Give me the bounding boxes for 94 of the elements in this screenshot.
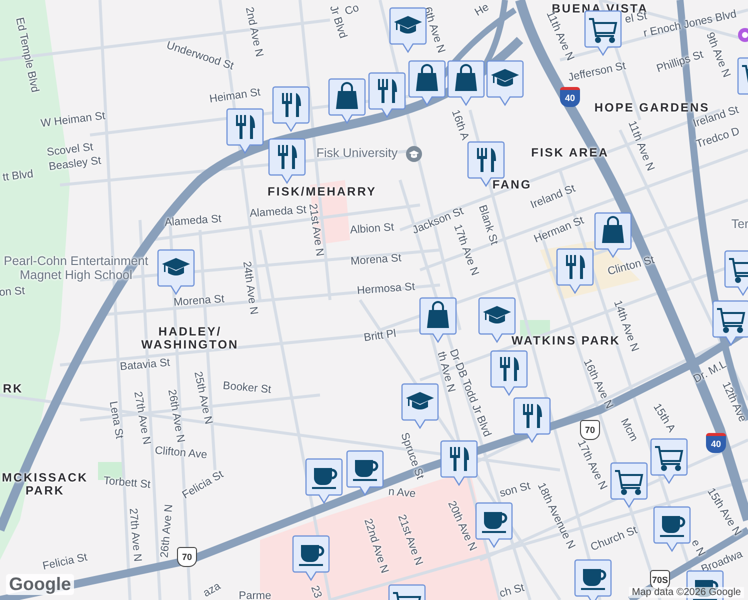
neighborhood-label: RK [2,382,24,396]
fork-knife-pin-icon[interactable] [556,248,594,294]
fork-knife-pin-icon[interactable] [513,397,551,443]
street-label: Beasley St [48,154,102,174]
shopping-cart-pin-icon[interactable] [650,438,688,484]
street-label: 12th Ave [720,380,748,424]
street-label: W Heiman St [40,110,106,130]
street-label: son St [498,480,532,500]
street-label: 9th Ave N [704,30,732,80]
shopping-bag-pin-icon[interactable] [328,78,366,124]
shopping-bag-pin-icon[interactable] [419,297,457,343]
neighborhood-label: FISK AREA [531,146,609,160]
highway-shield: 70 [580,420,600,440]
street-label: Heiman St [208,86,262,106]
coffee-cup-pin-icon[interactable] [305,458,343,504]
street-label: ch St [498,582,526,600]
street-label: Co [343,2,361,18]
fork-knife-pin-icon[interactable] [226,108,264,154]
street-label: 27th Ave N [126,508,144,562]
street-label: Felicia St [42,551,88,573]
graduation-cap-pin-icon[interactable] [157,249,195,295]
coffee-cup-pin-icon[interactable] [574,559,612,600]
street-label: 27th Ave N [131,390,153,446]
coffee-cup-pin-icon[interactable] [653,506,691,552]
neighborhood-label: WATKINS PARK [512,334,620,348]
shopping-cart-pin-icon[interactable] [712,300,748,346]
street-label: Hermosa St [356,280,416,298]
fork-knife-pin-icon[interactable] [490,350,528,396]
street-label: 26th Ave N [165,388,187,444]
street-label: tt Blvd [2,168,34,184]
street-label: 23 [308,584,324,600]
street-label: Phillips St [655,48,705,76]
fork-knife-pin-icon[interactable] [440,440,478,486]
street-label: Torbett St [103,474,151,492]
neighborhood-label: HOPE GARDENS [594,101,710,114]
street-label: 11th Ave N [626,119,656,173]
street-label: Booker St [222,380,272,396]
street-label: Mcm [618,416,640,444]
street-label: 21st Ave N [306,202,326,258]
interstate-shield: 40 [560,87,580,107]
street-label: Albion St [350,221,394,237]
street-label: Alameda St [249,204,307,220]
graduation-cap-pin-icon[interactable] [486,60,524,106]
street-label: He [472,1,492,19]
place-label: Fisk University [316,147,398,161]
street-label: Clinton St [606,254,656,278]
street-label: Britt Pl [363,328,397,344]
coffee-cup-pin-icon[interactable] [475,502,513,548]
street-label: Parme [238,590,272,600]
street-label: 17th Ave N [574,438,610,492]
graduation-cap-pin-icon[interactable] [389,7,427,53]
street-label: 20th Ave N [445,499,479,553]
street-label: Spruce St [398,431,426,481]
shopping-bag-pin-icon[interactable] [447,60,485,106]
street-label: Alameda St [164,212,222,230]
coffee-cup-pin-icon[interactable] [346,450,384,496]
shopping-cart-pin-icon[interactable] [610,462,648,508]
google-logo: Google [6,574,74,595]
street-label: Morena St [173,293,225,309]
neighborhood-label: HADLEY/ [158,325,222,339]
neighborhood-label: WASHINGTON [141,338,239,352]
street-label: n Ave [388,486,416,500]
street-label: 26th Ave N [158,504,176,558]
street-label: 24th Ave N [240,260,260,316]
street-label: Clifton Ave [154,444,208,462]
highway-shield: 70 [177,547,197,567]
street-label: Ed Temple Blvd [13,16,41,94]
street-label: Church St [589,524,639,554]
map-attribution: Map data ©2026 Google [628,587,744,598]
fork-knife-pin-icon[interactable] [268,138,306,184]
street-label: Jefferson St [567,60,627,84]
street-label: Batavia St [120,356,170,374]
street-label: 25th Ave N [192,370,214,426]
fork-knife-pin-icon[interactable] [272,86,310,132]
street-label: 2nd Ave N [242,6,266,58]
neighborhood-label: FANG [492,178,532,192]
neighborhood-label: FISK/MEHARRY [268,185,376,199]
street-label: Lena St [106,400,126,440]
graduation-cap-icon [406,146,422,162]
street-label: 16th Ave N [580,357,616,411]
coffee-cup-pin-icon[interactable] [292,535,330,581]
street-label: aza [201,580,223,600]
street-label: 16th A [448,108,472,142]
shopping-bag-pin-icon[interactable] [408,60,446,106]
street-label: 21st Ave N [395,513,425,567]
street-label: Morena St [350,252,402,268]
shopping-bag-pin-icon[interactable] [594,212,632,258]
neighborhood-label: MCKISSACK [2,471,88,485]
place-marker-icon[interactable] [738,28,748,42]
graduation-cap-pin-icon[interactable] [401,383,439,429]
interstate-shield: 40 [706,433,726,453]
neighborhood-label: PARK [25,484,65,498]
street-label: 22nd Ave N [362,517,390,575]
fork-knife-pin-icon[interactable] [368,72,406,118]
